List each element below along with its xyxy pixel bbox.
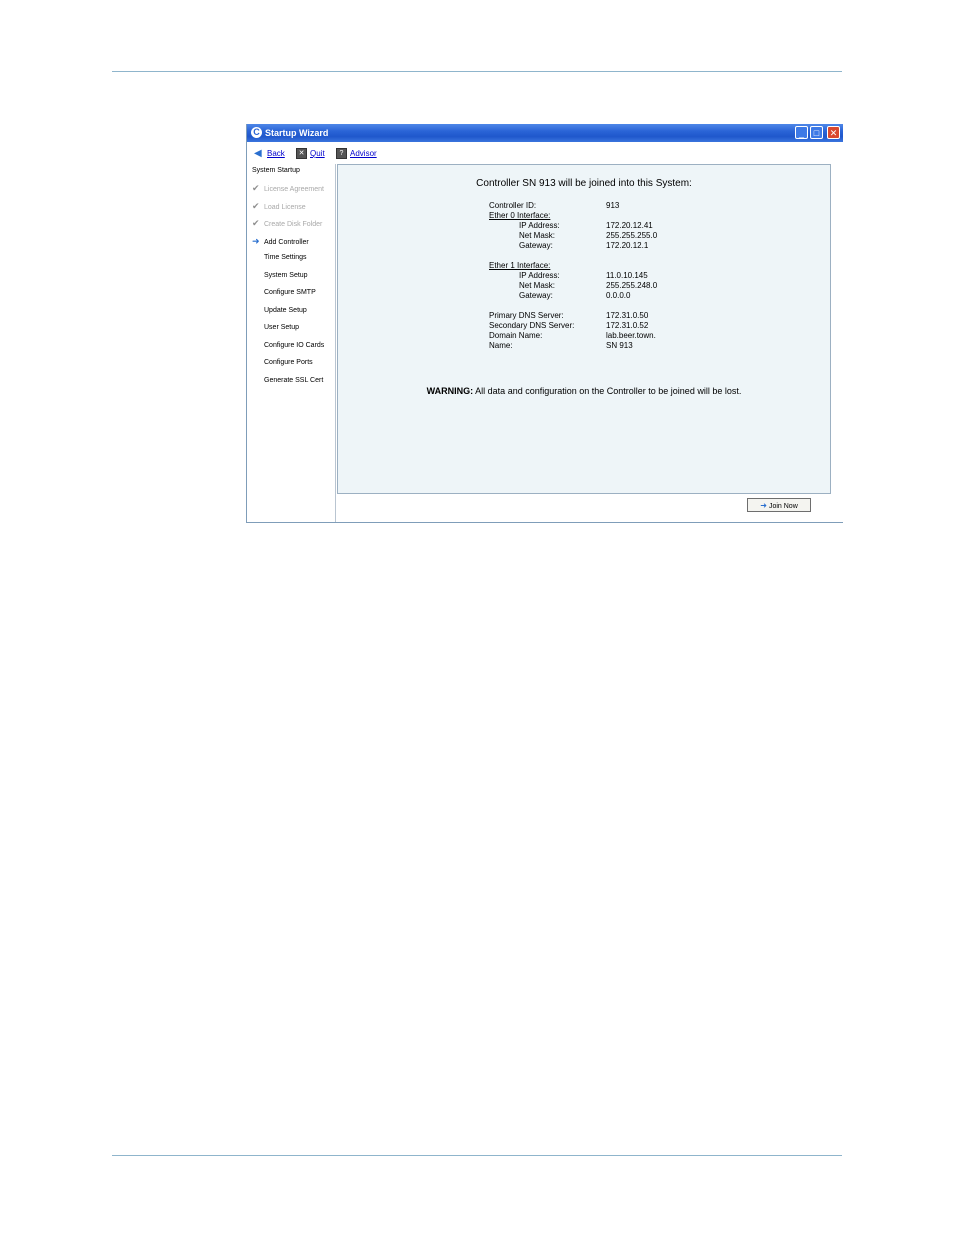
ether0-title: Ether 0 Interface: xyxy=(489,211,551,220)
sidebar-step-label: Time Settings xyxy=(264,254,307,261)
close-button[interactable]: ✕ xyxy=(827,126,840,139)
toolbar: ◀ Back ✕ Quit ? Advisor xyxy=(247,142,843,164)
sidebar-step: User Setup xyxy=(252,323,299,333)
sidebar-step: ✔ License Agreement xyxy=(252,183,324,193)
checkmark-icon: ✔ xyxy=(252,201,260,211)
checkmark-icon: ✔ xyxy=(252,218,260,228)
sidebar-step-label: Load License xyxy=(264,204,306,211)
controller-id-label: Controller ID: xyxy=(489,201,537,210)
ether0-gateway-value: 172.20.12.1 xyxy=(606,241,649,250)
sidebar-step: Update Setup xyxy=(252,306,307,316)
ether0-gateway-label: Gateway: xyxy=(519,241,553,250)
advisor-label: Advisor xyxy=(350,149,377,158)
sidebar-step-label: Configure Ports xyxy=(264,359,313,366)
sidebar-header: System Startup xyxy=(252,167,300,174)
quit-button[interactable]: ✕ Quit xyxy=(296,147,325,160)
checkmark-icon: ✔ xyxy=(252,183,260,193)
warning-label: WARNING: xyxy=(426,386,474,396)
maximize-button[interactable]: □ xyxy=(810,126,823,139)
sidebar-step-label: User Setup xyxy=(264,324,300,331)
sidebar-step-label: Create Disk Folder xyxy=(264,221,323,228)
header-rule xyxy=(112,71,842,72)
advisor-button[interactable]: ? Advisor xyxy=(336,147,377,160)
sidebar-step-label: License Agreement xyxy=(264,186,324,193)
quit-icon: ✕ xyxy=(296,148,307,160)
primary-dns-value: 172.31.0.50 xyxy=(606,311,649,320)
footer-bar: ➜ Join Now xyxy=(337,494,843,522)
warning-text: All data and configuration on the Contro… xyxy=(475,386,742,396)
footer-rule xyxy=(112,1155,842,1156)
domain-name-label: Domain Name: xyxy=(489,331,543,340)
sidebar-step: ✔ Create Disk Folder xyxy=(252,218,322,228)
ether1-ip-value: 11.0.10.145 xyxy=(606,271,648,280)
ether1-ip-label: IP Address: xyxy=(519,271,560,280)
ether0-ip-label: IP Address: xyxy=(519,221,560,230)
secondary-dns-label: Secondary DNS Server: xyxy=(489,321,575,330)
app-logo-icon: C xyxy=(251,127,262,138)
sidebar-step: Generate SSL Cert xyxy=(252,376,323,386)
sidebar-step: ➜ Add Controller xyxy=(252,236,309,246)
name-value: SN 913 xyxy=(606,341,633,350)
secondary-dns-value: 172.31.0.52 xyxy=(606,321,649,330)
join-now-button[interactable]: ➜ Join Now xyxy=(747,498,811,512)
sidebar-step: Configure IO Cards xyxy=(252,341,324,351)
ether1-gateway-value: 0.0.0.0 xyxy=(606,291,631,300)
sidebar-step-label: Update Setup xyxy=(264,307,307,314)
name-label: Name: xyxy=(489,341,513,350)
quit-label: Quit xyxy=(310,149,325,158)
ether0-mask-value: 255.255.255.0 xyxy=(606,231,658,240)
sidebar-step: Time Settings xyxy=(252,253,307,263)
startup-wizard-window: C Startup Wizard _ □ ✕ ◀ Back ✕ Quit ? Advi… xyxy=(246,124,843,523)
sidebar-step: Configure Ports xyxy=(252,358,313,368)
ether0-ip-value: 172.20.12.41 xyxy=(606,221,653,230)
join-arrow-icon: ➜ xyxy=(760,501,767,510)
controller-id-value: 913 xyxy=(606,201,620,210)
warning-message: WARNING: All data and configuration on t… xyxy=(388,385,780,397)
ether1-mask-label: Net Mask: xyxy=(519,281,556,290)
window-title: Startup Wizard xyxy=(265,128,329,138)
sidebar-step-label: Configure IO Cards xyxy=(264,342,325,349)
ether1-mask-value: 255.255.248.0 xyxy=(606,281,658,290)
minimize-button[interactable]: _ xyxy=(795,126,808,139)
join-now-label: Join Now xyxy=(768,503,798,510)
content-heading: Controller SN 913 will be joined into th… xyxy=(476,178,692,189)
ether1-gateway-label: Gateway: xyxy=(519,291,553,300)
sidebar-step-label: Configure SMTP xyxy=(264,289,316,296)
sidebar-step-label: Add Controller xyxy=(264,239,309,246)
ether1-title: Ether 1 Interface: xyxy=(489,261,551,270)
back-arrow-icon: ◀ xyxy=(254,148,262,160)
content-panel: Controller SN 913 will be joined into th… xyxy=(337,164,831,494)
ether0-mask-label: Net Mask: xyxy=(519,231,556,240)
current-step-arrow-icon: ➜ xyxy=(252,236,260,246)
back-button[interactable]: ◀ Back xyxy=(254,147,285,160)
back-label: Back xyxy=(267,149,285,158)
advisor-icon: ? xyxy=(336,148,347,160)
sidebar-step: Configure SMTP xyxy=(252,288,316,298)
wizard-steps-sidebar: System Startup ✔ License Agreement ✔ Load L… xyxy=(247,164,336,522)
sidebar-step: ✔ Load License xyxy=(252,201,306,211)
sidebar-step: System Setup xyxy=(252,271,308,281)
title-bar[interactable]: C Startup Wizard _ □ ✕ xyxy=(247,124,843,142)
sidebar-step-label: Generate SSL Cert xyxy=(264,377,324,384)
primary-dns-label: Primary DNS Server: xyxy=(489,311,564,320)
domain-name-value: lab.beer.town. xyxy=(606,331,656,340)
sidebar-step-label: System Setup xyxy=(264,272,308,279)
